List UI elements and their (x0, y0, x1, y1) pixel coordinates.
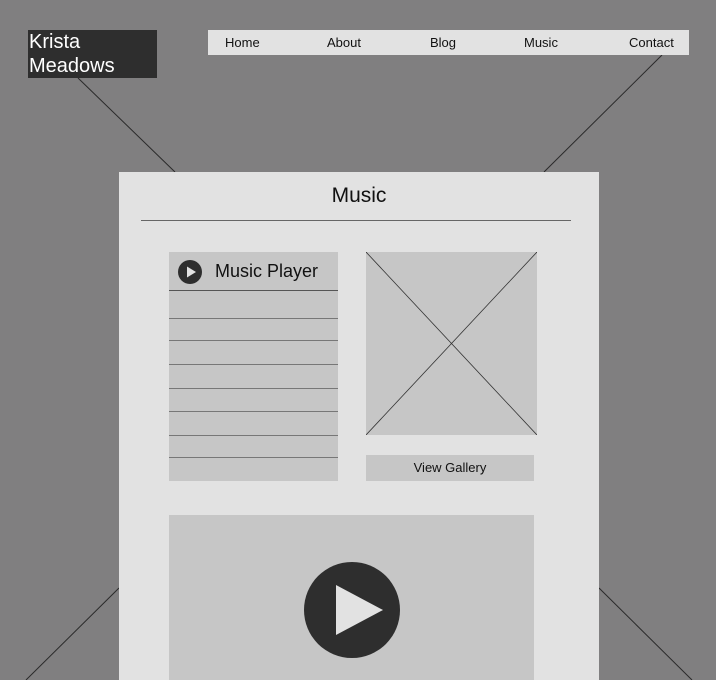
track-row[interactable] (169, 411, 338, 412)
page-title: Music (331, 184, 387, 207)
track-row[interactable] (169, 457, 338, 458)
music-section: Music Music Player View Gallery (119, 172, 599, 680)
music-player-title: Music Player (215, 261, 319, 281)
title-divider (141, 220, 571, 221)
music-player: Music Player (169, 252, 338, 481)
nav-item-blog[interactable]: Blog (430, 30, 456, 55)
track-row[interactable] (169, 340, 338, 341)
gallery-image[interactable] (366, 252, 537, 435)
nav-item-about[interactable]: About (327, 30, 361, 55)
track-row[interactable] (169, 388, 338, 389)
nav-item-home[interactable]: Home (225, 30, 260, 55)
image-placeholder-icon (366, 252, 537, 435)
track-row[interactable] (169, 364, 338, 365)
play-icon[interactable] (304, 562, 400, 658)
nav-item-contact[interactable]: Contact (629, 30, 674, 55)
music-player-header: Music Player (169, 252, 338, 291)
play-icon[interactable] (178, 260, 202, 284)
video-player[interactable] (169, 515, 534, 680)
track-row[interactable] (169, 435, 338, 436)
main-nav: Home About Blog Music Contact (208, 30, 689, 55)
nav-item-music[interactable]: Music (524, 30, 558, 55)
track-row[interactable] (169, 318, 338, 319)
logo-line-last: Meadows (29, 55, 115, 77)
site-logo[interactable]: Krista Meadows (28, 30, 157, 78)
logo-line-first: Krista (29, 31, 81, 53)
view-gallery-button[interactable]: View Gallery (366, 455, 534, 481)
